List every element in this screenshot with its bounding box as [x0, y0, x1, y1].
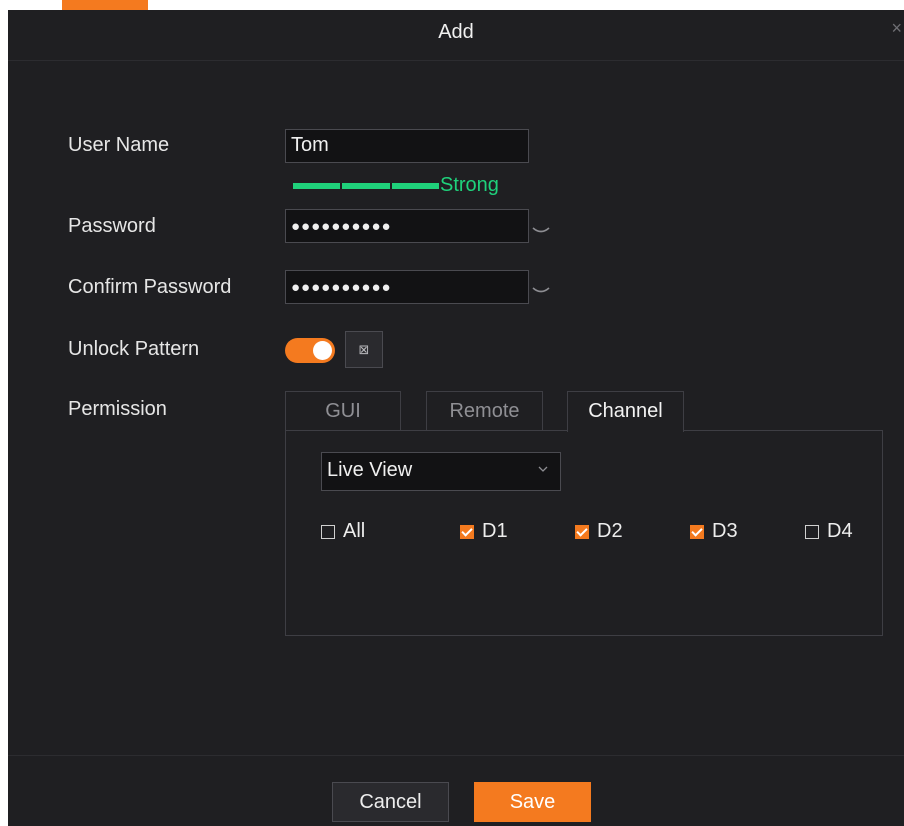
checkbox-label: All [343, 520, 366, 542]
chevron-down-icon [538, 463, 548, 475]
dialog-title: Add [438, 21, 474, 43]
add-user-dialog: Add × User Name Tom Strong Password ●●●●… [8, 10, 904, 826]
tab-channel[interactable]: Channel [567, 391, 684, 432]
unlock-pattern-label: Unlock Pattern [68, 338, 200, 360]
checkbox-label: D1 [482, 520, 508, 542]
channel-checkbox-all[interactable]: All [321, 520, 365, 543]
channel-checkbox-d2[interactable]: D2 [575, 520, 623, 543]
strength-segment [293, 183, 341, 189]
password-input[interactable]: ●●●●●●●●●● [285, 209, 529, 243]
strength-segment [391, 183, 439, 189]
confirm-password-label: Confirm Password [68, 276, 232, 298]
channel-checkbox-d4[interactable]: D4 [805, 520, 853, 543]
tab-gui[interactable]: GUI [285, 391, 401, 431]
confirm-password-input[interactable]: ●●●●●●●●●● [285, 270, 529, 304]
permission-label: Permission [68, 398, 167, 420]
checkbox-icon [321, 524, 335, 539]
password-label: Password [68, 215, 156, 237]
close-icon[interactable]: × [891, 18, 902, 39]
checkbox-label: D3 [712, 520, 738, 542]
view-type-value: Live View [327, 459, 413, 481]
strength-segment [342, 183, 390, 189]
checkbox-checked-icon [690, 524, 704, 539]
channel-checkbox-d3[interactable]: D3 [690, 520, 738, 543]
unlock-pattern-toggle[interactable] [285, 338, 335, 363]
toggle-knob [313, 341, 332, 360]
checkbox-checked-icon [575, 524, 589, 539]
show-confirm-password-icon[interactable] [532, 286, 552, 296]
show-password-icon[interactable] [532, 226, 552, 236]
footer-divider [8, 755, 904, 756]
top-accent-bar [62, 0, 148, 10]
checkbox-label: D2 [597, 520, 623, 542]
user-name-input[interactable]: Tom [285, 129, 529, 163]
user-name-label: User Name [68, 134, 170, 156]
checkbox-icon [805, 524, 819, 539]
strength-label: Strong [440, 174, 499, 196]
password-strength-meter [293, 183, 439, 189]
save-button[interactable]: Save [474, 782, 591, 822]
view-type-select[interactable]: Live View [321, 452, 561, 491]
checkbox-checked-icon [460, 524, 474, 539]
edit-pattern-button[interactable]: ⊠ [345, 331, 383, 368]
cancel-button[interactable]: Cancel [332, 782, 449, 822]
pattern-icon: ⊠ [358, 342, 370, 357]
checkbox-label: D4 [827, 520, 853, 542]
dialog-title-bar: Add × [8, 10, 904, 61]
channel-checkbox-d1[interactable]: D1 [460, 520, 508, 543]
tab-remote[interactable]: Remote [426, 391, 543, 431]
